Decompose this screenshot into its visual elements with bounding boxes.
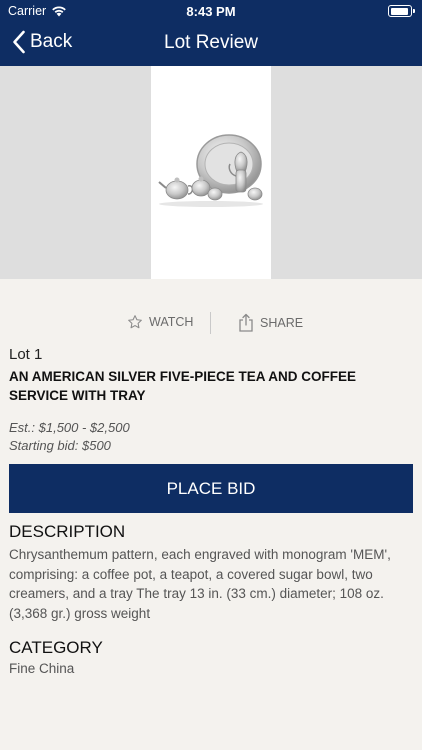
action-divider — [210, 312, 211, 334]
watch-button[interactable]: WATCH — [127, 314, 193, 330]
category-text: Fine China — [9, 661, 75, 676]
place-bid-button[interactable]: PLACE BID — [9, 464, 413, 513]
description-text: Chrysanthemum pattern, each engraved wit… — [9, 547, 391, 621]
lot-number: Lot 1 — [9, 346, 43, 363]
page-title: Lot Review — [164, 32, 258, 53]
star-icon — [128, 315, 142, 329]
battery-icon — [388, 5, 415, 17]
status-bar: Carrier 8:43 PM — [0, 0, 422, 22]
lot-image-gallery[interactable] — [0, 66, 422, 279]
description-heading: DESCRIPTION — [9, 522, 126, 541]
lot-title: AN AMERICAN SILVER FIVE-PIECE TEA AND CO… — [9, 369, 357, 403]
lot-image[interactable] — [151, 66, 271, 279]
watch-label: WATCH — [149, 315, 194, 329]
share-label: SHARE — [260, 315, 304, 330]
share-button[interactable]: SHARE — [238, 313, 303, 332]
lot-actions: WATCH SHARE — [0, 310, 422, 336]
starting-bid: Starting bid: $500 — [9, 438, 111, 453]
lot-estimate: Est.: $1,500 - $2,500 — [9, 420, 130, 435]
navigation-bar: Back Lot Review — [0, 22, 422, 66]
category-heading: CATEGORY — [9, 638, 103, 657]
status-time: 8:43 PM — [186, 4, 236, 19]
silver-tea-service-image — [158, 134, 263, 207]
share-icon — [239, 313, 253, 332]
